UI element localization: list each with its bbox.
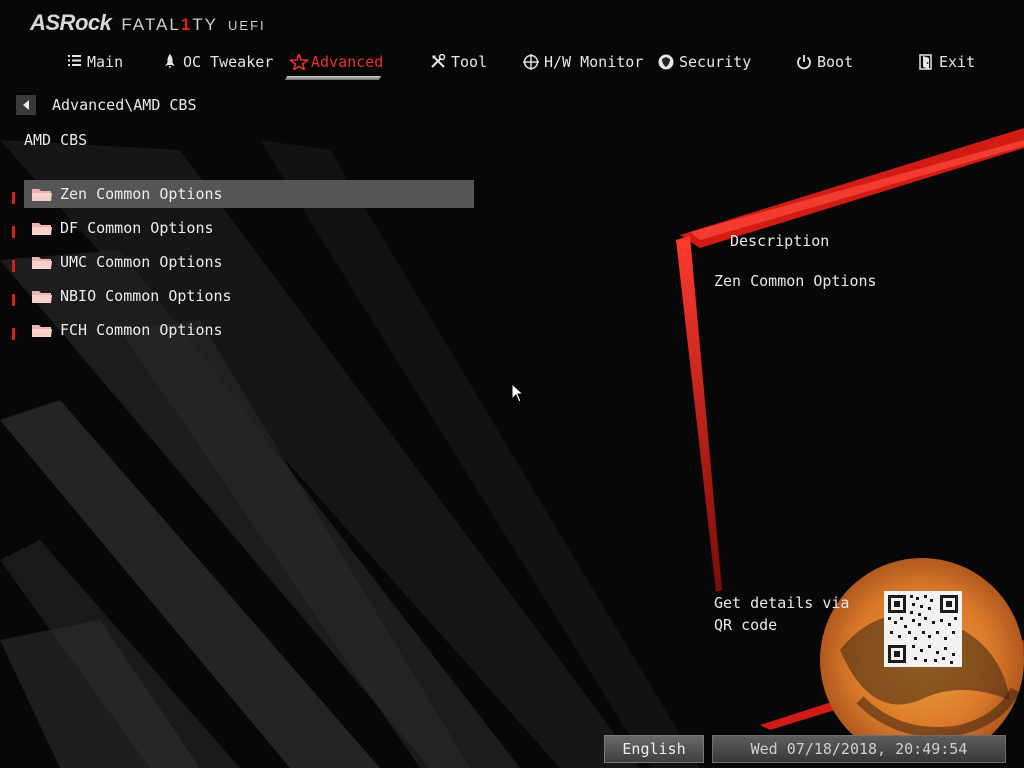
fatality-logo: FATAL1TY — [121, 15, 218, 35]
asrock-logo: ASRock — [30, 10, 112, 35]
tab-exit[interactable]: Exit — [918, 48, 975, 76]
folder-icon — [32, 291, 52, 303]
crosshair-icon — [523, 54, 539, 70]
tab-label: Exit — [939, 53, 976, 71]
menu-item-label: DF Common Options — [60, 219, 214, 237]
page-title: AMD CBS — [24, 131, 88, 149]
fatality-suffix: TY — [192, 15, 219, 34]
active-tab-indicator — [284, 76, 382, 80]
fatality-accent: 1 — [180, 15, 193, 34]
power-icon — [796, 54, 812, 70]
item-marker — [12, 226, 15, 238]
mouse-cursor-icon — [511, 383, 525, 403]
menu-item-label: NBIO Common Options — [60, 287, 232, 305]
menu-item-label: Zen Common Options — [60, 185, 223, 203]
item-marker — [12, 260, 15, 272]
datetime-display: Wed 07/18/2018, 20:49:54 — [712, 735, 1006, 763]
description-text: Zen Common Options — [714, 272, 877, 290]
shield-icon — [658, 54, 674, 70]
back-arrow-icon — [23, 100, 29, 110]
qr-hint-text: Get details via QR code — [714, 594, 850, 634]
uefi-label: UEFI — [228, 18, 266, 33]
tab-label: Boot — [817, 53, 854, 71]
tools-icon — [430, 53, 446, 70]
tab-label: Main — [87, 53, 124, 71]
menu-item-umc-common-options[interactable]: UMC Common Options — [0, 248, 480, 276]
item-marker — [12, 294, 15, 306]
options-menu: Zen Common Options DF Common Options UMC… — [0, 180, 480, 350]
tab-label: H/W Monitor — [544, 53, 644, 71]
tab-hw-monitor[interactable]: H/W Monitor — [523, 48, 643, 76]
menu-item-fch-common-options[interactable]: FCH Common Options — [0, 316, 480, 344]
folder-icon — [32, 189, 52, 201]
item-marker — [12, 192, 15, 204]
star-icon — [287, 51, 311, 72]
exit-door-icon — [918, 54, 934, 70]
qr-code-icon — [884, 591, 962, 667]
tab-main[interactable]: Main — [66, 48, 123, 76]
folder-icon — [32, 325, 52, 337]
item-marker — [12, 328, 15, 340]
tab-label: Advanced — [311, 53, 384, 71]
breadcrumb-path: Advanced\AMD CBS — [52, 96, 197, 114]
top-nav: Main OC Tweaker Advanced Tool H/W Monito… — [0, 48, 1024, 78]
menu-item-nbio-common-options[interactable]: NBIO Common Options — [0, 282, 480, 310]
language-button[interactable]: English — [604, 735, 704, 763]
tab-boot[interactable]: Boot — [796, 48, 853, 76]
fatality-prefix: FATAL — [121, 15, 181, 34]
menu-item-zen-common-options[interactable]: Zen Common Options — [0, 180, 480, 208]
breadcrumb: Advanced\AMD CBS — [16, 95, 197, 115]
back-button[interactable] — [16, 95, 36, 115]
rocket-icon — [162, 54, 178, 70]
brand-logo: ASRock FATAL1TY UEFI — [30, 10, 266, 36]
list-icon — [66, 54, 82, 70]
tab-label: Tool — [451, 53, 488, 71]
folder-icon — [32, 223, 52, 235]
tab-oc-tweaker[interactable]: OC Tweaker — [162, 48, 273, 76]
tab-tool[interactable]: Tool — [430, 48, 487, 76]
folder-icon — [32, 257, 52, 269]
menu-item-label: UMC Common Options — [60, 253, 223, 271]
tab-security[interactable]: Security — [658, 48, 751, 76]
tab-label: Security — [679, 53, 752, 71]
tab-label: OC Tweaker — [183, 53, 274, 71]
menu-item-label: FCH Common Options — [60, 321, 223, 339]
tab-advanced[interactable]: Advanced — [287, 48, 384, 76]
menu-item-df-common-options[interactable]: DF Common Options — [0, 214, 480, 242]
description-title: Description — [730, 232, 830, 250]
